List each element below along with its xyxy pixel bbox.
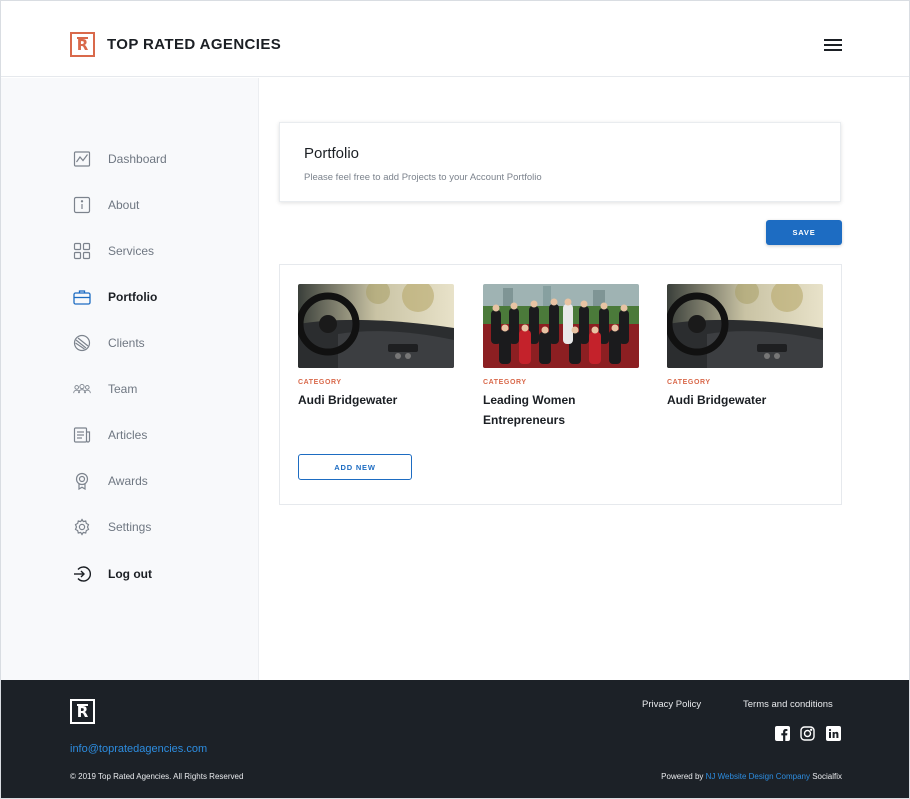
powered-link[interactable]: NJ Website Design Company — [706, 772, 810, 781]
sidebar-item-about[interactable]: About — [73, 193, 139, 217]
sidebar-item-articles[interactable]: Articles — [73, 423, 147, 447]
project-category: CATEGORY — [483, 379, 527, 386]
privacy-policy-link[interactable]: Privacy Policy — [642, 699, 701, 710]
linkedin-icon[interactable] — [826, 726, 841, 741]
award-icon — [73, 472, 91, 490]
sidebar-item-dashboard[interactable]: Dashboard — [73, 147, 167, 171]
sidebar-item-label: About — [108, 198, 140, 212]
sidebar-item-label: Dashboard — [108, 152, 167, 166]
footer-email-link[interactable]: info@topratedagencies.com — [70, 743, 207, 755]
grid-icon — [73, 242, 91, 260]
projects-panel: CATEGORY Audi Bridgewater CATEGORY Leadi… — [279, 264, 842, 505]
page-subtitle: Please feel free to add Projects to your… — [304, 172, 542, 183]
sidebar-item-label: Clients — [108, 336, 145, 350]
main-content: Portfolio Please feel free to add Projec… — [260, 78, 909, 680]
sidebar-item-label: Services — [108, 244, 155, 258]
project-name[interactable]: Audi Bridgewater — [667, 390, 823, 410]
logout-icon — [73, 565, 91, 583]
sidebar-item-awards[interactable]: Awards — [73, 469, 148, 493]
project-thumbnail[interactable] — [298, 284, 454, 368]
briefcase-icon — [73, 288, 91, 306]
sidebar-item-team[interactable]: Team — [73, 377, 137, 401]
instagram-icon[interactable] — [800, 726, 815, 741]
sidebar-item-label: Team — [108, 382, 138, 396]
sidebar-item-label: Articles — [108, 428, 148, 442]
project-name[interactable]: Audi Bridgewater — [298, 390, 454, 410]
footer-logo[interactable]: R — [70, 699, 95, 724]
clients-icon — [73, 334, 91, 352]
sidebar-item-logout[interactable]: Log out — [73, 562, 152, 586]
sidebar-item-label: Awards — [108, 474, 148, 488]
chart-icon — [73, 150, 91, 168]
sidebar: Dashboard About Services Portfolio Clien… — [1, 78, 259, 680]
powered-suffix: Socialfix — [809, 772, 842, 781]
sidebar-item-label: Log out — [108, 567, 152, 581]
project-thumbnail[interactable] — [667, 284, 823, 368]
header: R TOP RATED AGENCIES — [1, 1, 909, 77]
footer-powered-by: Powered by NJ Website Design Company Soc… — [661, 772, 842, 781]
project-name[interactable]: Leading Women Entrepreneurs — [483, 390, 639, 430]
sidebar-item-clients[interactable]: Clients — [73, 331, 145, 355]
portfolio-header-card: Portfolio Please feel free to add Projec… — [279, 122, 841, 202]
logo[interactable]: R — [70, 32, 95, 57]
sidebar-item-portfolio[interactable]: Portfolio — [73, 285, 157, 309]
footer: R info@topratedagencies.com © 2019 Top R… — [1, 680, 909, 798]
team-icon — [73, 380, 91, 398]
add-new-button[interactable]: ADD NEW — [298, 454, 412, 480]
articles-icon — [73, 426, 91, 444]
page-title: Portfolio — [304, 145, 360, 162]
project-card[interactable]: CATEGORY Audi Bridgewater — [667, 284, 823, 410]
gear-icon — [73, 518, 91, 536]
sidebar-item-settings[interactable]: Settings — [73, 515, 151, 539]
info-icon — [73, 196, 91, 214]
project-category: CATEGORY — [667, 379, 711, 386]
project-card[interactable]: CATEGORY Audi Bridgewater — [298, 284, 454, 410]
project-thumbnail[interactable] — [483, 284, 639, 368]
terms-link[interactable]: Terms and conditions — [743, 699, 833, 710]
footer-copyright: © 2019 Top Rated Agencies. All Rights Re… — [70, 772, 244, 781]
sidebar-item-label: Portfolio — [108, 290, 158, 304]
sidebar-item-services[interactable]: Services — [73, 239, 154, 263]
powered-prefix: Powered by — [661, 772, 706, 781]
project-category: CATEGORY — [298, 379, 342, 386]
page-frame: R TOP RATED AGENCIES Dashboard About Ser… — [0, 0, 910, 799]
facebook-icon[interactable] — [775, 726, 790, 741]
project-card[interactable]: CATEGORY Leading Women Entrepreneurs — [483, 284, 639, 430]
save-button[interactable]: SAVE — [766, 220, 842, 245]
brand-name[interactable]: TOP RATED AGENCIES — [107, 36, 281, 53]
menu-icon[interactable] — [824, 39, 842, 51]
sidebar-item-label: Settings — [108, 520, 152, 534]
